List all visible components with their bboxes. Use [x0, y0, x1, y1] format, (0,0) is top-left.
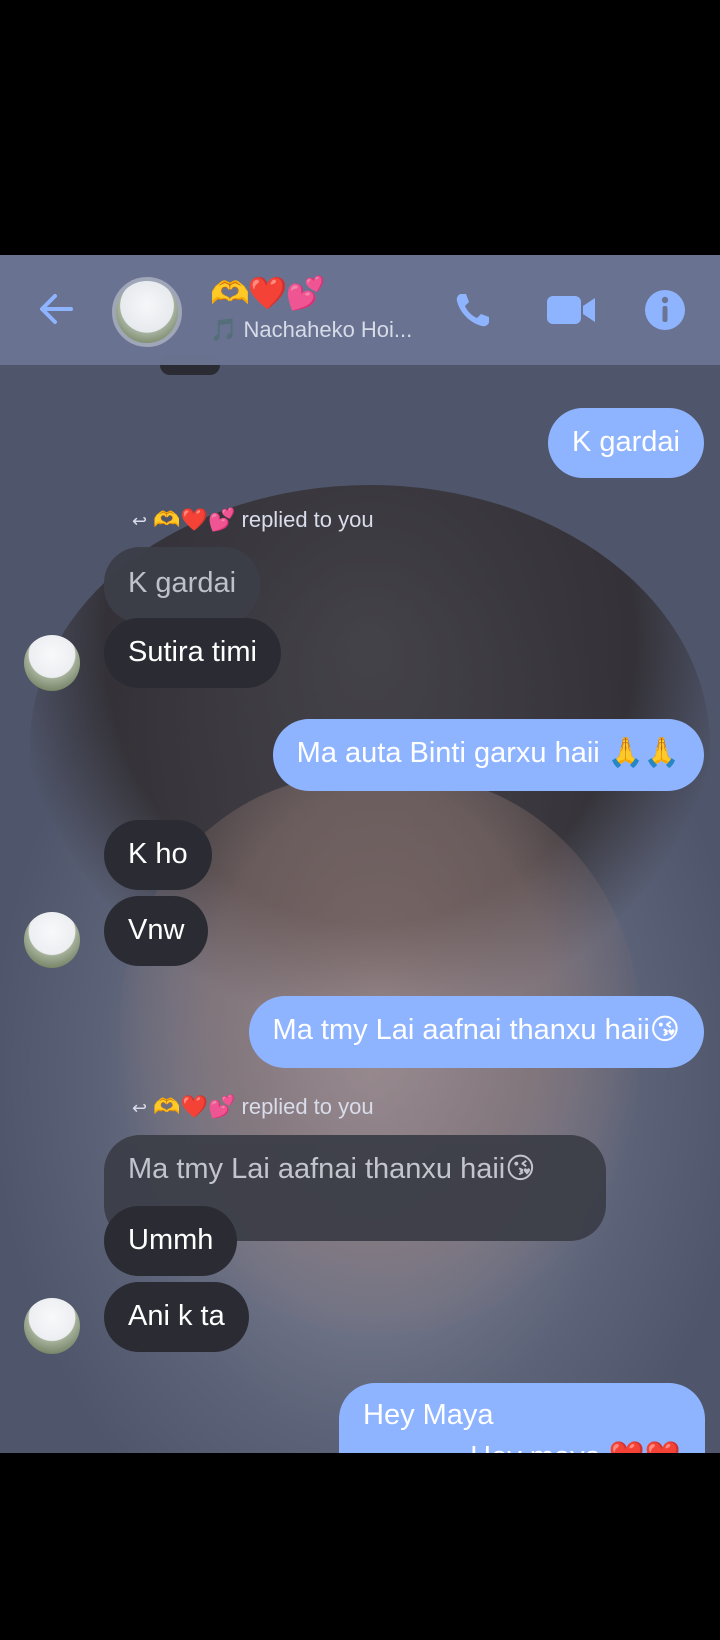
outgoing-message[interactable]: Ma auta Binti garxu haii 🙏🙏 [272, 719, 704, 791]
reply-indicator: ↩ 🫶❤️💕 replied to you [132, 507, 374, 532]
reply-icon: ↩ [132, 1098, 148, 1118]
reply-indicator: ↩ 🫶❤️💕 replied to you [132, 1094, 374, 1119]
chat-header [0, 255, 720, 365]
phone-icon [456, 294, 489, 327]
back-button[interactable] [30, 283, 82, 335]
now-playing-status: 🎵 Nachaheko Hoi... [210, 317, 413, 342]
incoming-message[interactable]: Ummh [104, 1206, 238, 1276]
info-button[interactable] [640, 285, 690, 335]
outgoing-message[interactable]: Hey Maya Hey maya ❤️❤️ [339, 1383, 705, 1453]
chat-screen: 🫶❤️💕 🎵 Nachaheko Hoi... K gardai ↩ 🫶❤️💕 … [0, 255, 720, 1453]
sender-avatar[interactable] [24, 912, 80, 968]
incoming-message[interactable]: K ho [104, 820, 212, 890]
message-line: Hey Maya [363, 1399, 494, 1431]
incoming-message[interactable]: Ani k ta [104, 1282, 249, 1352]
reply-icon: ↩ [132, 511, 148, 531]
video-icon [547, 296, 595, 324]
contact-name[interactable]: 🫶❤️💕 [210, 273, 326, 313]
outgoing-message[interactable]: Ma tmy Lai aafnai thanxu haii😘 [248, 996, 704, 1068]
call-button[interactable] [448, 285, 498, 335]
sender-avatar[interactable] [24, 635, 80, 691]
arrow-left-icon [40, 294, 73, 324]
incoming-message[interactable]: Vnw [104, 896, 209, 966]
quoted-message[interactable]: K gardai [104, 547, 261, 623]
outgoing-message[interactable]: K gardai [547, 408, 704, 478]
sender-avatar[interactable] [24, 1298, 80, 1354]
contact-avatar[interactable] [112, 277, 182, 347]
video-call-button[interactable] [545, 285, 597, 335]
message-line: Hey maya ❤️❤️ [363, 1439, 681, 1453]
incoming-message[interactable]: Sutira timi [104, 618, 281, 688]
info-icon [645, 290, 685, 330]
